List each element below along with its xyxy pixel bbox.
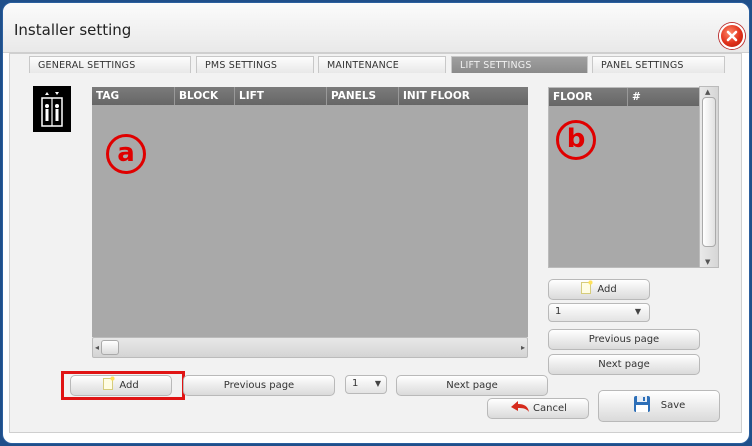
cancel-button[interactable]: Cancel — [487, 398, 589, 419]
floor-next-page-button[interactable]: Next page — [548, 354, 700, 375]
lift-next-page-button[interactable]: Next page — [396, 375, 548, 396]
lift-icon — [33, 86, 71, 132]
column-panels[interactable]: PANELS — [326, 87, 398, 105]
lift-page-value: 1 — [352, 378, 359, 389]
column-tag[interactable]: TAG — [92, 87, 174, 105]
lift-table-horizontal-scrollbar[interactable]: ◂ ▸ — [92, 337, 528, 358]
scrollbar-thumb[interactable] — [101, 340, 119, 355]
scrollbar-thumb[interactable] — [702, 97, 716, 247]
window-title: Installer setting — [14, 21, 132, 39]
floor-page-value: 1 — [555, 306, 562, 317]
scroll-left-icon[interactable]: ◂ — [95, 343, 99, 352]
floor-add-button[interactable]: Add — [548, 279, 650, 300]
annotation-b: b — [556, 120, 596, 160]
floor-table-header: FLOOR # — [549, 88, 699, 106]
column-floor[interactable]: FLOOR — [549, 88, 627, 106]
tab-maintenance[interactable]: MAINTENANCE — [318, 56, 446, 73]
lift-previous-page-button[interactable]: Previous page — [183, 375, 335, 396]
column-number[interactable]: # — [627, 88, 699, 106]
cancel-label: Cancel — [533, 403, 567, 414]
floor-table[interactable]: FLOOR # — [548, 87, 701, 268]
tab-lift-settings[interactable]: LIFT SETTINGS — [451, 56, 588, 73]
lift-table-header: TAG BLOCK LIFT PANELS INIT FLOOR — [92, 87, 528, 105]
tab-panel-settings[interactable]: PANEL SETTINGS — [592, 56, 725, 73]
floor-table-vertical-scrollbar[interactable]: ▲ ▼ — [699, 86, 719, 268]
chevron-down-icon: ▼ — [634, 307, 641, 316]
save-icon — [633, 396, 650, 412]
add-button-highlight — [61, 371, 185, 400]
tab-general-settings[interactable]: GENERAL SETTINGS — [29, 56, 191, 73]
add-icon — [581, 279, 595, 294]
save-button[interactable]: Save — [598, 390, 720, 422]
annotation-a: a — [106, 134, 146, 174]
column-block[interactable]: BLOCK — [174, 87, 234, 105]
column-lift[interactable]: LIFT — [234, 87, 326, 105]
lift-page-select[interactable]: 1 ▼ — [345, 375, 387, 394]
chevron-down-icon: ▼ — [374, 379, 381, 388]
close-button[interactable] — [719, 23, 745, 49]
floor-page-select[interactable]: 1 ▼ — [548, 303, 650, 322]
undo-icon — [511, 401, 530, 412]
tab-pms-settings[interactable]: PMS SETTINGS — [196, 56, 314, 73]
lift-table[interactable]: TAG BLOCK LIFT PANELS INIT FLOOR — [92, 87, 528, 337]
scroll-down-icon[interactable]: ▼ — [705, 258, 710, 266]
scroll-right-icon[interactable]: ▸ — [521, 343, 525, 352]
floor-previous-page-button[interactable]: Previous page — [548, 329, 700, 350]
save-label: Save — [660, 400, 686, 411]
scroll-up-icon[interactable]: ▲ — [705, 88, 710, 96]
floor-add-label: Add — [597, 284, 617, 295]
title-bar: Installer setting — [3, 3, 749, 53]
close-icon — [726, 30, 738, 42]
column-init-floor[interactable]: INIT FLOOR — [398, 87, 528, 105]
